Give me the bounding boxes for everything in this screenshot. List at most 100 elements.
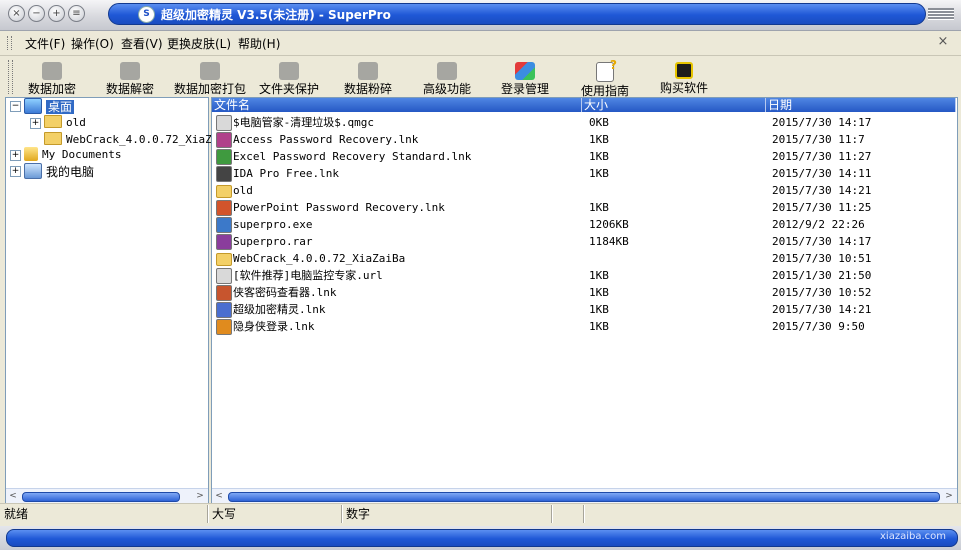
tree-item-webcrack[interactable]: WebCrack_4.0.0.72_XiaZai [44,132,225,148]
menu-operation[interactable]: 操作(O) [71,36,114,52]
buy-software-button[interactable]: 购买软件 [639,61,729,95]
superpro-icon [216,217,232,233]
file-row[interactable]: [软件推荐]电脑监控专家.url 1KB 2015/1/30 21:50 [212,267,957,284]
tree-label-webcrack: WebCrack_4.0.0.72_XiaZai [66,133,225,146]
decrypt-button[interactable]: 数据解密 [85,61,175,96]
column-header-name[interactable]: 文件名 [212,98,582,112]
file-name: IDA Pro Free.lnk [233,167,339,180]
window-title: 超级加密精灵 V3.5(未注册) - SuperPro [108,3,926,25]
lock-app-icon [216,302,232,318]
file-size: 1KB [589,150,609,163]
desktop-icon [24,98,42,114]
scroll-right-icon[interactable]: > [195,491,205,501]
shred-label: 数据粉碎 [343,82,392,96]
file-row[interactable]: 隐身侠登录.lnk 1KB 2015/7/30 9:50 [212,318,957,335]
scroll-left-icon[interactable]: < [8,491,18,501]
file-row[interactable]: $电脑管家-清理垃圾$.qmgc 0KB 2015/7/30 14:17 [212,114,957,131]
menu-bar-handle[interactable] [7,36,12,50]
file-name: WebCrack_4.0.0.72_XiaZaiBa [233,252,406,265]
tree-item-computer[interactable]: 我的电脑 [24,163,94,179]
file-size: 1KB [589,201,609,214]
folder-icon [216,253,232,266]
column-header-size[interactable]: 大小 [582,98,766,112]
encrypt-button[interactable]: 数据加密 [7,61,97,96]
login-manage-label: 登录管理 [500,82,549,96]
minimize-window-icon[interactable]: − [28,5,45,22]
file-row[interactable]: Excel Password Recovery Standard.lnk 1KB 2… [212,148,957,165]
menu-file[interactable]: 文件(F) [25,36,65,52]
file-size: 1KB [589,133,609,146]
files-horizontal-scrollbar[interactable]: < > [212,488,957,503]
tree-collapse-desktop[interactable]: − [10,101,21,112]
tree-scroll-thumb[interactable] [22,492,180,502]
scroll-left-icon[interactable]: < [214,491,224,501]
file-date: 2015/7/30 14:17 [772,116,872,129]
folder-tree[interactable]: − 桌面 + old WebCrack_4.0.0.72_XiaZai + My… [5,97,225,504]
file-row[interactable]: Superpro.rar 1184KB 2015/7/30 14:17 [212,233,957,250]
tree-horizontal-scrollbar[interactable]: < > [6,488,208,503]
status-divider [341,505,343,523]
file-date: 2015/7/30 11:27 [772,150,872,163]
tree-expand-documents[interactable]: + [10,150,21,161]
scroll-right-icon[interactable]: > [944,491,954,501]
window-menu-icon[interactable]: ≡ [68,5,85,22]
status-ready: 就绪 [4,507,29,521]
title-grip-right [928,8,954,20]
advanced-button[interactable]: 高级功能 [402,61,492,96]
status-divider [583,505,585,523]
file-date: 2015/7/30 14:21 [772,303,872,316]
file-row[interactable]: IDA Pro Free.lnk 1KB 2015/7/30 14:11 [212,165,957,182]
file-list[interactable]: 文件名 大小 日期 $电脑管家-清理垃圾$.qmgc 0KB 2015/7/30 1… [211,97,958,504]
file-row[interactable]: Access Password Recovery.lnk 1KB 2015/7/30… [212,131,957,148]
lock-icon: S [138,6,155,23]
tree-expand-old[interactable]: + [30,118,41,129]
file-row[interactable]: 超级加密精灵.lnk 1KB 2015/7/30 14:21 [212,301,957,318]
file-date: 2015/7/30 14:17 [772,235,872,248]
decrypt-icon [120,62,140,80]
window-controls: × − + ≡ [8,5,85,25]
file-size: 1KB [589,320,609,333]
tree-label-documents: My Documents [42,148,122,161]
files-scroll-thumb[interactable] [228,492,940,502]
close-window-icon[interactable]: × [8,5,25,22]
folder-protect-label: 文件夹保护 [258,82,319,96]
guide-icon: ? [596,59,617,82]
key-app-icon [216,132,232,148]
file-size: 1KB [589,167,609,180]
tree-item-old[interactable]: old [44,115,86,131]
watermark: xiazaiba.com [880,531,946,542]
tree-item-documents[interactable]: My Documents [24,147,121,163]
decrypt-label: 数据解密 [105,82,154,96]
file-row[interactable]: 侠客密码查看器.lnk 1KB 2015/7/30 10:52 [212,284,957,301]
encrypt-package-button[interactable]: 数据加密打包 [165,61,255,96]
file-row[interactable]: old 2015/7/30 14:21 [212,182,957,199]
column-header-date[interactable]: 日期 [766,98,956,112]
bottom-frame-bar [6,529,958,547]
folder-protect-button[interactable]: 文件夹保护 [244,61,334,96]
maximize-window-icon[interactable]: + [48,5,65,22]
file-name: $电脑管家-清理垃圾$.qmgc [233,116,374,129]
folder-icon [44,115,62,128]
file-date: 2015/7/30 10:52 [772,286,872,299]
menu-close-icon[interactable]: × [936,35,950,49]
user-guide-button[interactable]: ? 使用指南 [560,59,650,98]
tree-item-desktop[interactable]: 桌面 [24,98,75,114]
file-name: 隐身侠登录.lnk [233,320,315,333]
menu-help[interactable]: 帮助(H) [238,36,280,52]
buy-software-label: 购买软件 [659,81,708,95]
file-name: old [233,184,253,197]
menu-change-skin[interactable]: 更换皮肤(L) [167,36,231,52]
file-row[interactable]: WebCrack_4.0.0.72_XiaZaiBa 2015/7/30 10:5… [212,250,957,267]
folder-icon [44,132,62,145]
login-manage-button[interactable]: 登录管理 [480,61,570,96]
menu-view[interactable]: 查看(V) [121,36,163,52]
file-row[interactable]: superpro.exe 1206KB 2012/9/2 22:26 [212,216,957,233]
user-guide-label: 使用指南 [580,84,629,98]
computer-icon [24,163,42,179]
file-date: 2015/7/30 9:50 [772,320,865,333]
password-viewer-icon [216,285,232,301]
shred-button[interactable]: 数据粉碎 [323,61,413,96]
file-name: Access Password Recovery.lnk [233,133,419,146]
tree-expand-computer[interactable]: + [10,166,21,177]
file-row[interactable]: PowerPoint Password Recovery.lnk 1KB 2015/… [212,199,957,216]
